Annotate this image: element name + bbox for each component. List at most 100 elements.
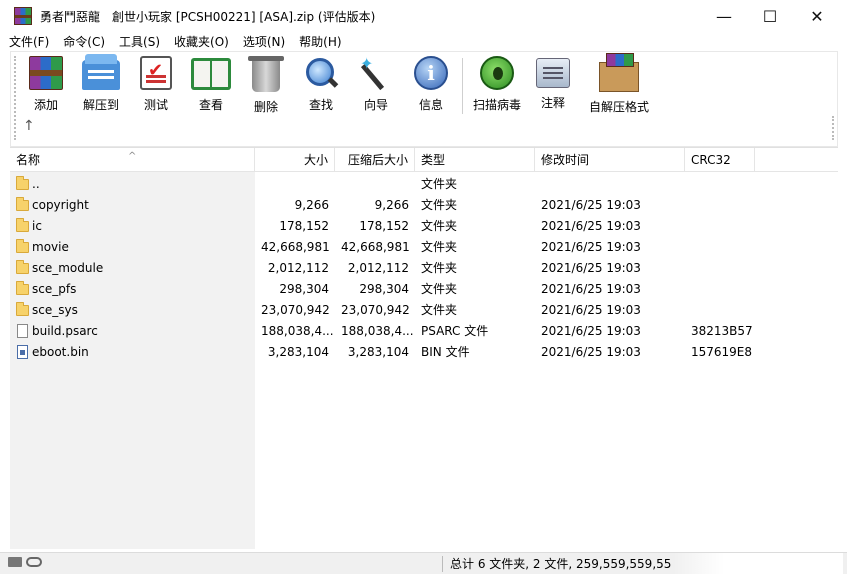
magnifier-icon [304, 56, 338, 90]
row-type: PSARC 文件 [421, 324, 489, 338]
add-button[interactable]: 添加 [18, 56, 74, 113]
row-crc [685, 279, 775, 300]
comment-button[interactable]: 注释 [525, 56, 581, 111]
row-modified: 2021/6/25 19:03 [541, 261, 641, 275]
toolbar-grip[interactable] [14, 56, 16, 140]
column-header-type[interactable]: 类型 [415, 148, 535, 172]
table-row[interactable]: ic 178,152 178,152 文件夹 2021/6/25 19:03 [10, 216, 838, 237]
column-name-label: 名称 [16, 153, 41, 167]
virus-scan-label: 扫描病毒 [472, 98, 521, 112]
row-name: sce_module [32, 261, 104, 275]
table-row[interactable]: .. 文件夹 [10, 174, 838, 195]
row-name: build.psarc [32, 324, 98, 338]
column-header-size[interactable]: 大小 [255, 148, 335, 172]
comment-note-icon [536, 58, 570, 88]
row-modified: 2021/6/25 19:03 [541, 345, 641, 359]
row-crc [685, 258, 775, 279]
column-header-name[interactable]: 名称 ^ [10, 148, 255, 172]
row-type: 文件夹 [421, 282, 458, 296]
table-row[interactable]: copyright 9,266 9,266 文件夹 2021/6/25 19:0… [10, 195, 838, 216]
row-modified: 2021/6/25 19:03 [541, 240, 641, 254]
row-type: BIN 文件 [421, 345, 470, 359]
test-label: 测试 [143, 98, 168, 112]
menu-tools[interactable]: 工具(S) [114, 33, 165, 50]
table-row[interactable]: eboot.bin 3,283,104 3,283,104 BIN 文件 202… [10, 342, 838, 363]
row-packed: 2,012,112 [347, 261, 409, 275]
view-button[interactable]: 查看 [183, 56, 239, 113]
minimize-button[interactable]: — [701, 0, 747, 32]
trash-can-icon [248, 56, 284, 92]
virus-scan-button[interactable]: 扫描病毒 [469, 56, 525, 113]
menu-help[interactable]: 帮助(H) [294, 33, 346, 50]
row-crc [685, 237, 775, 258]
row-packed: 9,266 [374, 198, 409, 212]
comment-label: 注释 [540, 96, 565, 110]
disk-icon[interactable] [8, 557, 22, 567]
up-folder-icon[interactable]: ↑ [23, 118, 35, 134]
info-button[interactable]: i 信息 [403, 56, 459, 113]
row-size [255, 174, 335, 195]
toolbar: 添加 解压到 测试 查看 删除 查找 向导 i 信息 扫描病毒 注释 自解压格式 [10, 51, 838, 147]
menu-commands[interactable]: 命令(C) [58, 33, 110, 50]
find-button[interactable]: 查找 [293, 56, 349, 113]
test-button[interactable]: 测试 [128, 56, 184, 113]
row-name: movie [32, 240, 69, 254]
magic-wand-icon [358, 54, 394, 90]
row-size: 3,283,104 [267, 345, 329, 359]
menu-favorites[interactable]: 收藏夹(O) [169, 33, 234, 50]
table-row[interactable]: sce_sys 23,070,942 23,070,942 文件夹 2021/6… [10, 300, 838, 321]
extract-to-button[interactable]: 解压到 [73, 54, 129, 113]
row-crc [685, 300, 775, 321]
table-row[interactable]: sce_module 2,012,112 2,012,112 文件夹 2021/… [10, 258, 838, 279]
wizard-button[interactable]: 向导 [348, 54, 404, 113]
maximize-button[interactable]: ☐ [747, 0, 793, 32]
row-packed [335, 174, 415, 195]
row-name: ic [32, 219, 42, 233]
list-header: 名称 ^ 大小 压缩后大小 类型 修改时间 CRC32 [10, 148, 838, 172]
close-button[interactable]: ✕ [794, 0, 840, 32]
row-type: 文件夹 [421, 261, 458, 275]
winrar-app-icon[interactable] [14, 7, 32, 25]
row-crc [685, 216, 775, 237]
table-row[interactable]: build.psarc 188,038,4... 188,038,4... PS… [10, 321, 838, 342]
title-bar: 勇者鬥惡龍 創世小玩家 [PCSH00221] [ASA].zip (评估版本)… [0, 0, 847, 32]
row-crc: 157619E8 [691, 345, 753, 359]
extract-folder-icon [82, 54, 120, 90]
column-header-modified[interactable]: 修改时间 [535, 148, 685, 172]
file-list[interactable]: 名称 ^ 大小 压缩后大小 类型 修改时间 CRC32 .. 文件夹 copyr… [10, 147, 838, 549]
delete-button[interactable]: 删除 [238, 56, 294, 115]
column-header-crc[interactable]: CRC32 [685, 148, 755, 172]
row-packed: 188,038,4... [341, 324, 414, 338]
add-archive-icon [29, 56, 63, 90]
row-size: 42,668,981 [261, 240, 330, 254]
column-header-packed[interactable]: 压缩后大小 [335, 148, 415, 172]
sfx-label: 自解压格式 [589, 100, 650, 114]
table-row[interactable]: sce_pfs 298,304 298,304 文件夹 2021/6/25 19… [10, 279, 838, 300]
row-type: 文件夹 [421, 219, 458, 233]
row-type: 文件夹 [421, 177, 458, 191]
row-crc [685, 195, 775, 216]
row-type: 文件夹 [421, 303, 458, 317]
row-crc: 38213B57 [691, 324, 753, 338]
menu-file[interactable]: 文件(F) [4, 33, 54, 50]
info-icon: i [414, 56, 448, 90]
delete-label: 删除 [253, 100, 278, 114]
row-size: 188,038,4... [261, 324, 334, 338]
row-size: 2,012,112 [267, 261, 329, 275]
row-size: 23,070,942 [261, 303, 330, 317]
wizard-label: 向导 [363, 98, 388, 112]
row-size: 9,266 [294, 198, 329, 212]
row-type: 文件夹 [421, 240, 458, 254]
sfx-button[interactable]: 自解压格式 [589, 53, 650, 115]
row-packed: 298,304 [359, 282, 409, 296]
info-label: 信息 [418, 98, 443, 112]
row-modified: 2021/6/25 19:03 [541, 198, 641, 212]
toolbar-separator [462, 58, 463, 114]
virus-bug-icon [480, 56, 514, 90]
row-name: sce_sys [32, 303, 78, 317]
toolbar-grip-right[interactable] [832, 116, 834, 140]
row-name: copyright [32, 198, 89, 212]
table-row[interactable]: movie 42,668,981 42,668,981 文件夹 2021/6/2… [10, 237, 838, 258]
key-icon[interactable] [26, 557, 42, 567]
menu-options[interactable]: 选项(N) [238, 33, 290, 50]
